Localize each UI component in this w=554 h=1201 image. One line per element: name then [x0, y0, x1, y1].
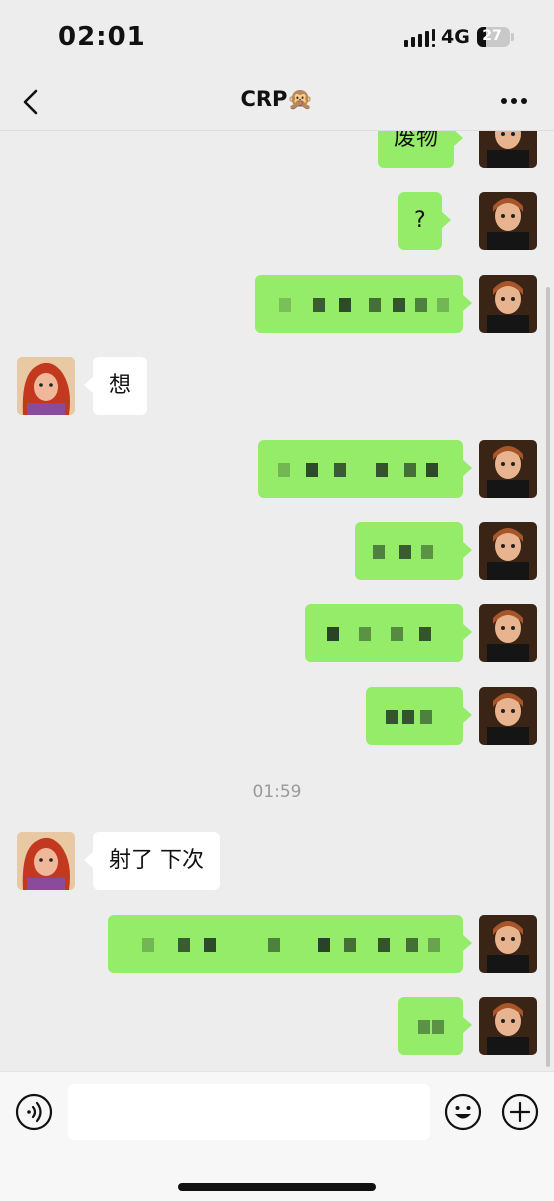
message-bubble-sent[interactable] — [398, 997, 472, 1055]
my-avatar[interactable] — [479, 522, 537, 580]
message-bubble-sent[interactable] — [258, 440, 472, 498]
pixelated-content — [380, 710, 445, 724]
network-type: 4G — [441, 26, 470, 48]
battery-cap — [511, 33, 514, 41]
pixelated-content — [412, 1020, 445, 1034]
battery-level: 27 — [482, 28, 502, 44]
input-bar — [0, 1071, 554, 1201]
signal-icon — [404, 29, 435, 47]
contact-avatar[interactable] — [17, 357, 75, 415]
my-avatar[interactable] — [479, 687, 537, 745]
message-bubble-received[interactable]: 想 — [83, 357, 148, 415]
my-avatar[interactable] — [479, 997, 537, 1055]
message-bubble-sent[interactable] — [108, 915, 472, 973]
plus-circle-icon — [501, 1093, 539, 1131]
my-avatar[interactable] — [479, 604, 537, 662]
my-avatar[interactable] — [479, 131, 537, 168]
message-list[interactable]: 废物 ? 想 01:59 射了 下次 — [0, 131, 554, 1071]
pixelated-content — [369, 545, 445, 559]
chat-title: CRP🙊 — [240, 87, 314, 111]
pixelated-content — [122, 938, 445, 952]
message-bubble-sent[interactable] — [355, 522, 472, 580]
home-indicator[interactable] — [178, 1183, 376, 1191]
battery-icon: 27 — [477, 27, 510, 47]
status-time: 02:01 — [58, 22, 146, 52]
pixelated-content — [272, 463, 445, 477]
pixelated-content — [269, 298, 449, 312]
pixelated-content — [319, 627, 445, 641]
message-bubble-sent[interactable]: 废物 — [378, 131, 464, 168]
ellipsis-icon — [501, 98, 527, 104]
contact-avatar[interactable] — [17, 832, 75, 890]
emoji-button[interactable] — [444, 1093, 482, 1131]
my-avatar[interactable] — [479, 915, 537, 973]
add-button[interactable] — [501, 1093, 539, 1131]
scrollbar[interactable] — [546, 287, 550, 1067]
my-avatar[interactable] — [479, 275, 537, 333]
message-bubble-received[interactable]: 射了 下次 — [84, 832, 220, 890]
message-bubble-sent[interactable] — [366, 687, 472, 745]
my-avatar[interactable] — [479, 440, 537, 498]
voice-button[interactable] — [15, 1093, 53, 1131]
message-input[interactable] — [68, 1084, 430, 1140]
message-bubble-sent[interactable] — [305, 604, 472, 662]
emoji-icon — [444, 1093, 482, 1131]
voice-icon — [15, 1093, 53, 1131]
chat-header: CRP🙊 — [0, 74, 554, 131]
my-avatar[interactable] — [479, 192, 537, 250]
more-button[interactable] — [494, 86, 534, 116]
message-bubble-sent[interactable]: ? — [398, 192, 451, 250]
status-bar: 02:01 4G 27 — [0, 0, 554, 74]
message-timestamp: 01:59 — [252, 782, 302, 802]
message-bubble-sent[interactable] — [255, 275, 472, 333]
